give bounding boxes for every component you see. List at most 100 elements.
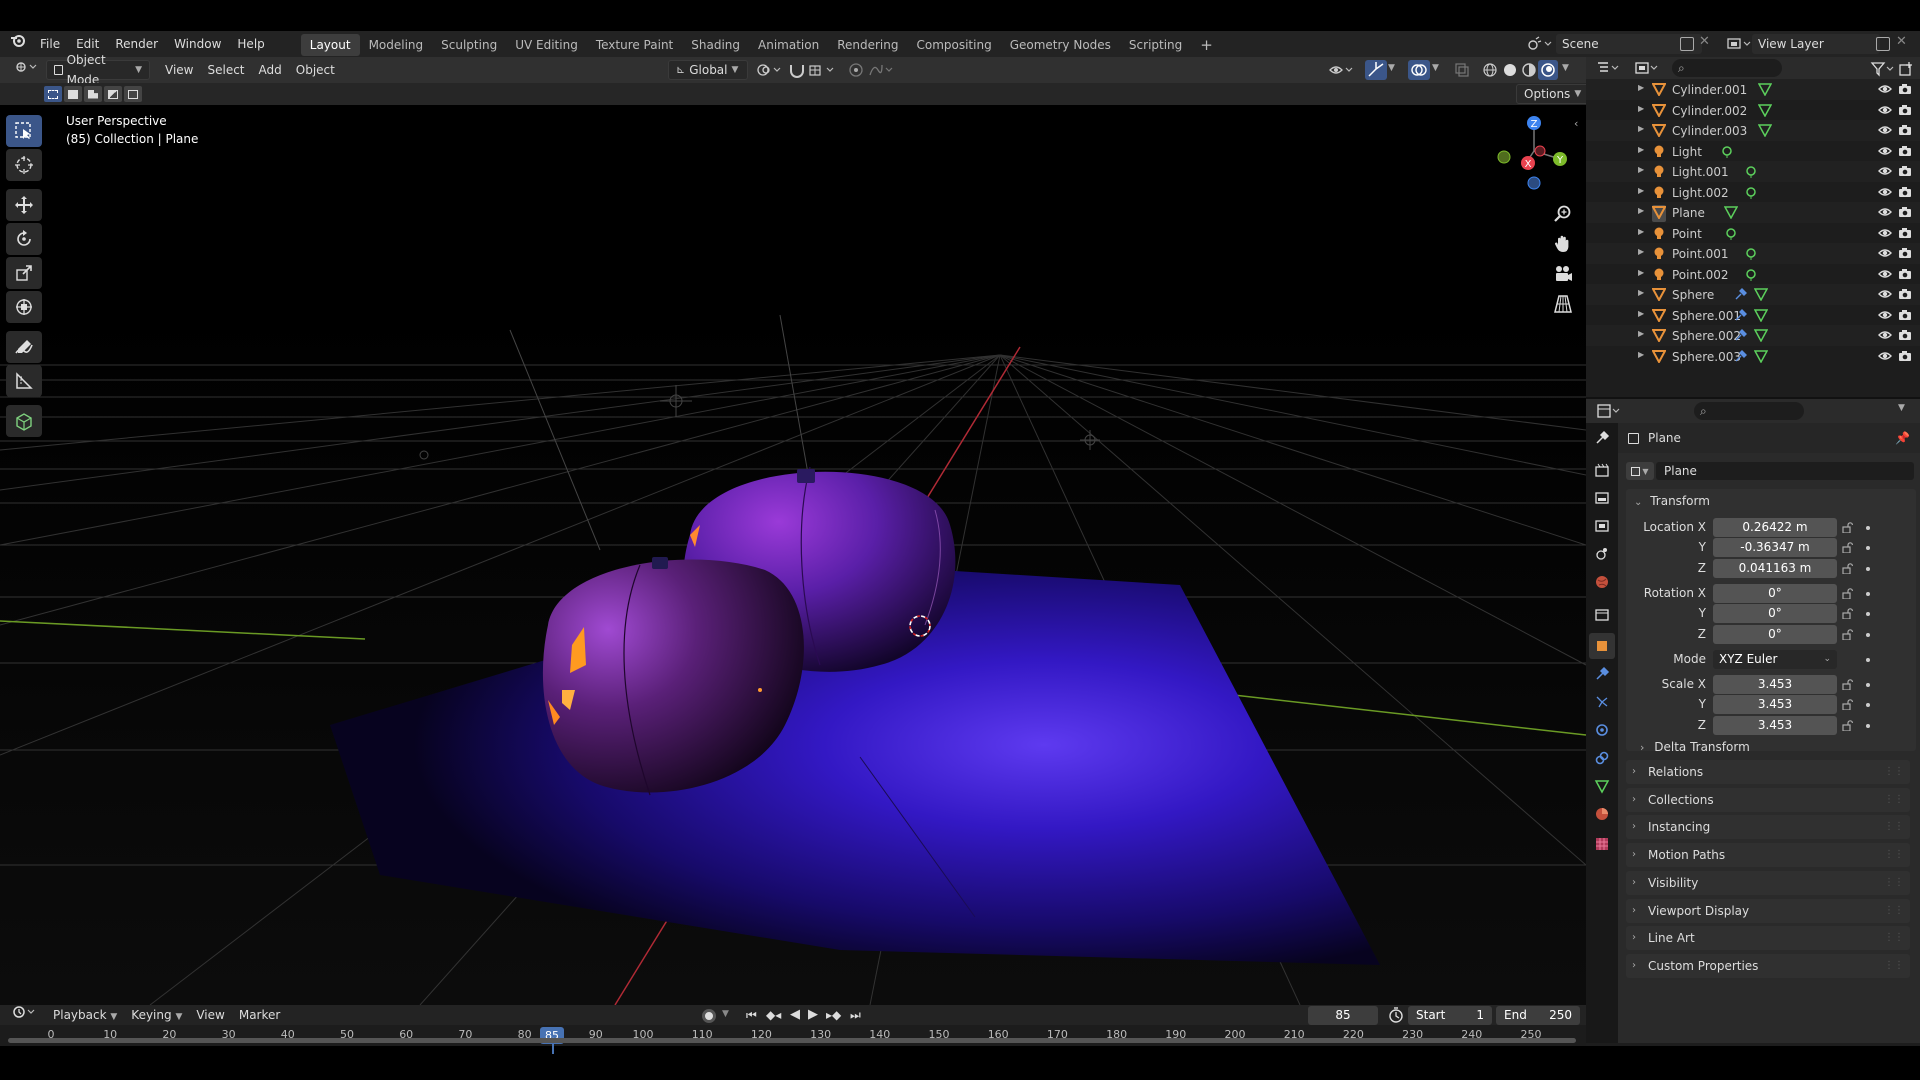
tab-animation[interactable]: Animation — [749, 34, 828, 56]
3d-viewport[interactable]: User Perspective (85) Collection | Plane — [0, 105, 1586, 1005]
panel-viewport-display[interactable]: › Viewport Display ⋮⋮ — [1626, 898, 1910, 923]
keying-dropdown-icon[interactable]: ▼ — [722, 1009, 729, 1019]
lock-icon[interactable] — [1842, 542, 1853, 554]
overlays-toggle-icon[interactable] — [1408, 60, 1430, 80]
scene-tab-icon[interactable] — [1589, 541, 1615, 567]
eye-icon[interactable] — [1878, 328, 1892, 345]
falloff-icon[interactable] — [868, 62, 896, 78]
camera-render-icon[interactable] — [1898, 82, 1912, 99]
camera-render-icon[interactable] — [1898, 123, 1912, 140]
select-subtract-icon[interactable] — [84, 86, 102, 102]
data-tab-icon[interactable] — [1589, 773, 1615, 799]
properties-editor-type-icon[interactable] — [1596, 403, 1624, 419]
scale-tool[interactable] — [6, 257, 42, 289]
panel-visibility[interactable]: › Visibility ⋮⋮ — [1626, 870, 1910, 895]
collapse-sidebar-icon[interactable]: ‹ — [1574, 117, 1578, 130]
eye-icon[interactable] — [1878, 144, 1892, 161]
play-reverse-icon[interactable]: ◀ — [790, 1007, 800, 1022]
camera-render-icon[interactable] — [1898, 308, 1912, 325]
camera-render-icon[interactable] — [1898, 246, 1912, 263]
view-layer-tab-icon[interactable] — [1589, 513, 1615, 539]
lock-icon[interactable] — [1842, 563, 1853, 575]
eye-icon[interactable] — [1878, 246, 1892, 263]
scale-x-field[interactable]: 3.453 — [1713, 675, 1837, 694]
expand-arrow-icon[interactable]: ▶ — [1638, 268, 1644, 277]
keyframe-dot-icon[interactable] — [1866, 633, 1870, 637]
keyframe-dot-icon[interactable] — [1866, 526, 1870, 530]
keyframe-dot-icon[interactable] — [1866, 567, 1870, 571]
expand-arrow-icon[interactable]: ▶ — [1638, 186, 1644, 195]
transform-tool[interactable] — [6, 291, 42, 323]
eye-icon[interactable] — [1878, 226, 1892, 243]
jump-end-icon[interactable]: ⏭ — [850, 1008, 861, 1023]
material-tab-icon[interactable] — [1589, 801, 1615, 827]
menu-window[interactable]: Window — [166, 31, 229, 57]
expand-arrow-icon[interactable]: ▶ — [1638, 329, 1644, 338]
tab-modeling[interactable]: Modeling — [360, 34, 433, 56]
eye-icon[interactable] — [1878, 164, 1892, 181]
outliner-item[interactable]: ▶ Point.002 — [1586, 264, 1920, 285]
editor-type-icon[interactable] — [8, 60, 40, 80]
transform-orientation-selector[interactable]: ⊾ Global ▼ — [668, 60, 748, 80]
neg-x-axis-handle[interactable] — [1534, 145, 1546, 157]
tab-uv-editing[interactable]: UV Editing — [506, 34, 587, 56]
lock-icon[interactable] — [1842, 720, 1853, 732]
view-layer-selector[interactable]: View Layer — [1752, 34, 1880, 54]
new-scene-icon[interactable] — [1680, 37, 1694, 51]
datablock-type-icon[interactable]: ▼ — [1626, 462, 1654, 480]
delete-view-layer-icon[interactable]: ✕ — [1896, 34, 1907, 49]
outliner-item[interactable]: ▶ Point — [1586, 223, 1920, 244]
rendered-shading-icon[interactable] — [1538, 60, 1558, 80]
eye-icon[interactable] — [1878, 103, 1892, 120]
display-mode-icon[interactable] — [1634, 60, 1662, 76]
neg-y-axis-handle[interactable] — [1497, 150, 1511, 164]
location-z-field[interactable]: 0.041163 m — [1713, 559, 1837, 578]
menu-object[interactable]: Object — [289, 60, 342, 80]
delta-transform-subpanel[interactable]: › Delta Transform — [1634, 736, 1904, 758]
outliner-item[interactable]: ▶ Light.001 — [1586, 161, 1920, 182]
cursor-tool[interactable] — [6, 149, 42, 181]
expand-arrow-icon[interactable]: ▶ — [1638, 227, 1644, 236]
outliner-item[interactable]: ▶ Sphere.002 — [1586, 325, 1920, 346]
outliner-item[interactable]: ▶ Plane — [1586, 202, 1920, 223]
outliner-item[interactable]: ▶ Cylinder.003 — [1586, 120, 1920, 141]
select-new-icon[interactable] — [44, 86, 62, 102]
tool-tab-icon[interactable] — [1589, 425, 1615, 451]
lock-icon[interactable] — [1842, 699, 1853, 711]
panel-collections[interactable]: › Collections ⋮⋮ — [1626, 787, 1910, 812]
location-x-field[interactable]: 0.26422 m — [1713, 518, 1837, 537]
expand-arrow-icon[interactable]: ▶ — [1638, 309, 1644, 318]
expand-arrow-icon[interactable]: ▶ — [1638, 288, 1644, 297]
pin-icon[interactable]: 📌 — [1895, 431, 1910, 445]
material-shading-icon[interactable] — [1521, 62, 1537, 78]
outliner-item[interactable]: ▶ Cylinder.001 — [1586, 79, 1920, 100]
tab-geometry-nodes[interactable]: Geometry Nodes — [1001, 34, 1120, 56]
rotation-mode-select[interactable]: XYZ Euler ⌄ — [1713, 650, 1837, 669]
lock-icon[interactable] — [1842, 588, 1853, 600]
wireframe-shading-icon[interactable] — [1482, 62, 1498, 78]
outliner-item[interactable]: ▶ Cylinder.002 — [1586, 100, 1920, 121]
neg-z-axis-handle[interactable] — [1527, 176, 1541, 190]
tab-sculpting[interactable]: Sculpting — [432, 34, 506, 56]
start-frame-field[interactable]: Start 1 — [1408, 1006, 1492, 1025]
options-button[interactable]: Options ▼ — [1516, 84, 1590, 104]
rotate-tool[interactable] — [6, 223, 42, 255]
eye-icon[interactable] — [1878, 123, 1892, 140]
new-collection-icon[interactable] — [1898, 61, 1914, 77]
new-view-layer-icon[interactable] — [1876, 37, 1890, 51]
timeline-view-menu[interactable]: View — [189, 1005, 231, 1025]
camera-render-icon[interactable] — [1898, 226, 1912, 243]
zoom-icon[interactable] — [1552, 203, 1574, 225]
eye-icon[interactable] — [1878, 205, 1892, 222]
outliner-item[interactable]: ▶ Sphere.001 — [1586, 305, 1920, 326]
drag-handle-icon[interactable]: ⋮⋮ — [1884, 815, 1904, 839]
properties-options-icon[interactable]: ▼ — [1898, 403, 1905, 413]
eye-icon[interactable] — [1878, 185, 1892, 202]
select-invert-icon[interactable] — [104, 86, 122, 102]
scale-y-field[interactable]: 3.453 — [1713, 695, 1837, 714]
outliner-search-input[interactable]: ⌕ — [1672, 59, 1782, 77]
datablock-name-field[interactable]: Plane — [1656, 462, 1914, 480]
move-tool[interactable] — [6, 189, 42, 221]
expand-arrow-icon[interactable]: ▶ — [1638, 165, 1644, 174]
outliner-item[interactable]: ▶ Light.002 — [1586, 182, 1920, 203]
